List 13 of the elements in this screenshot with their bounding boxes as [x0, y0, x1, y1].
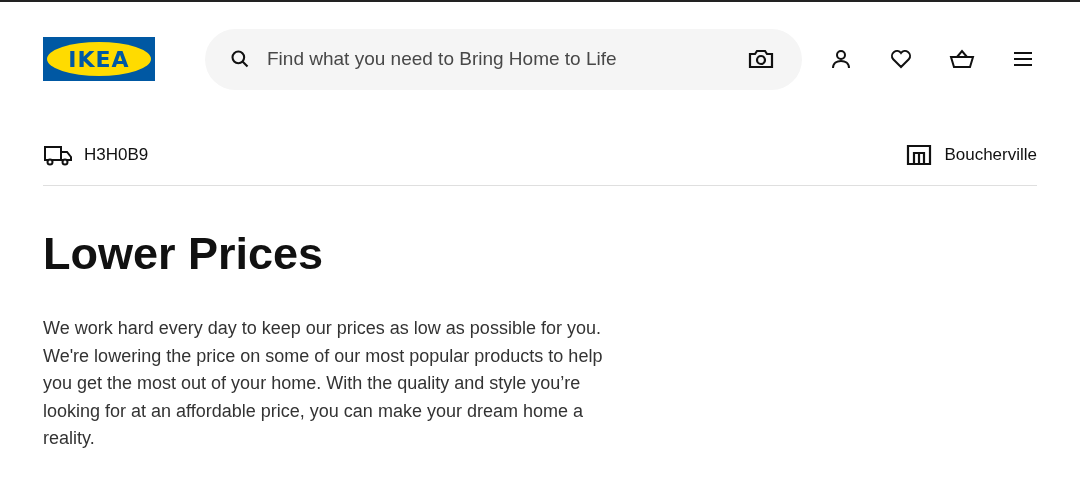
search-field[interactable]: Find what you need to Bring Home to Life [205, 28, 802, 90]
heart-icon[interactable] [889, 47, 913, 71]
intro-paragraph: We work hard every day to keep our prices as low as possible for you. We're lowering the price on some of our most popular products to help you get the most out of your home. With the quality and style you’re looking for at an affordable price, you can make your dream home a reality. [43, 317, 604, 450]
store-name[interactable]: Boucherville [944, 142, 1037, 168]
camera-icon[interactable] [748, 47, 774, 70]
user-icon[interactable] [829, 47, 853, 71]
logo[interactable]: IKEA [43, 37, 155, 81]
truck-icon[interactable] [43, 144, 73, 166]
page-heading: Lower Prices [43, 230, 325, 278]
basket-icon[interactable] [949, 47, 975, 71]
postal-code[interactable]: H3H0B9 [84, 142, 149, 168]
search-icon [230, 48, 250, 69]
store-icon[interactable] [906, 144, 933, 166]
